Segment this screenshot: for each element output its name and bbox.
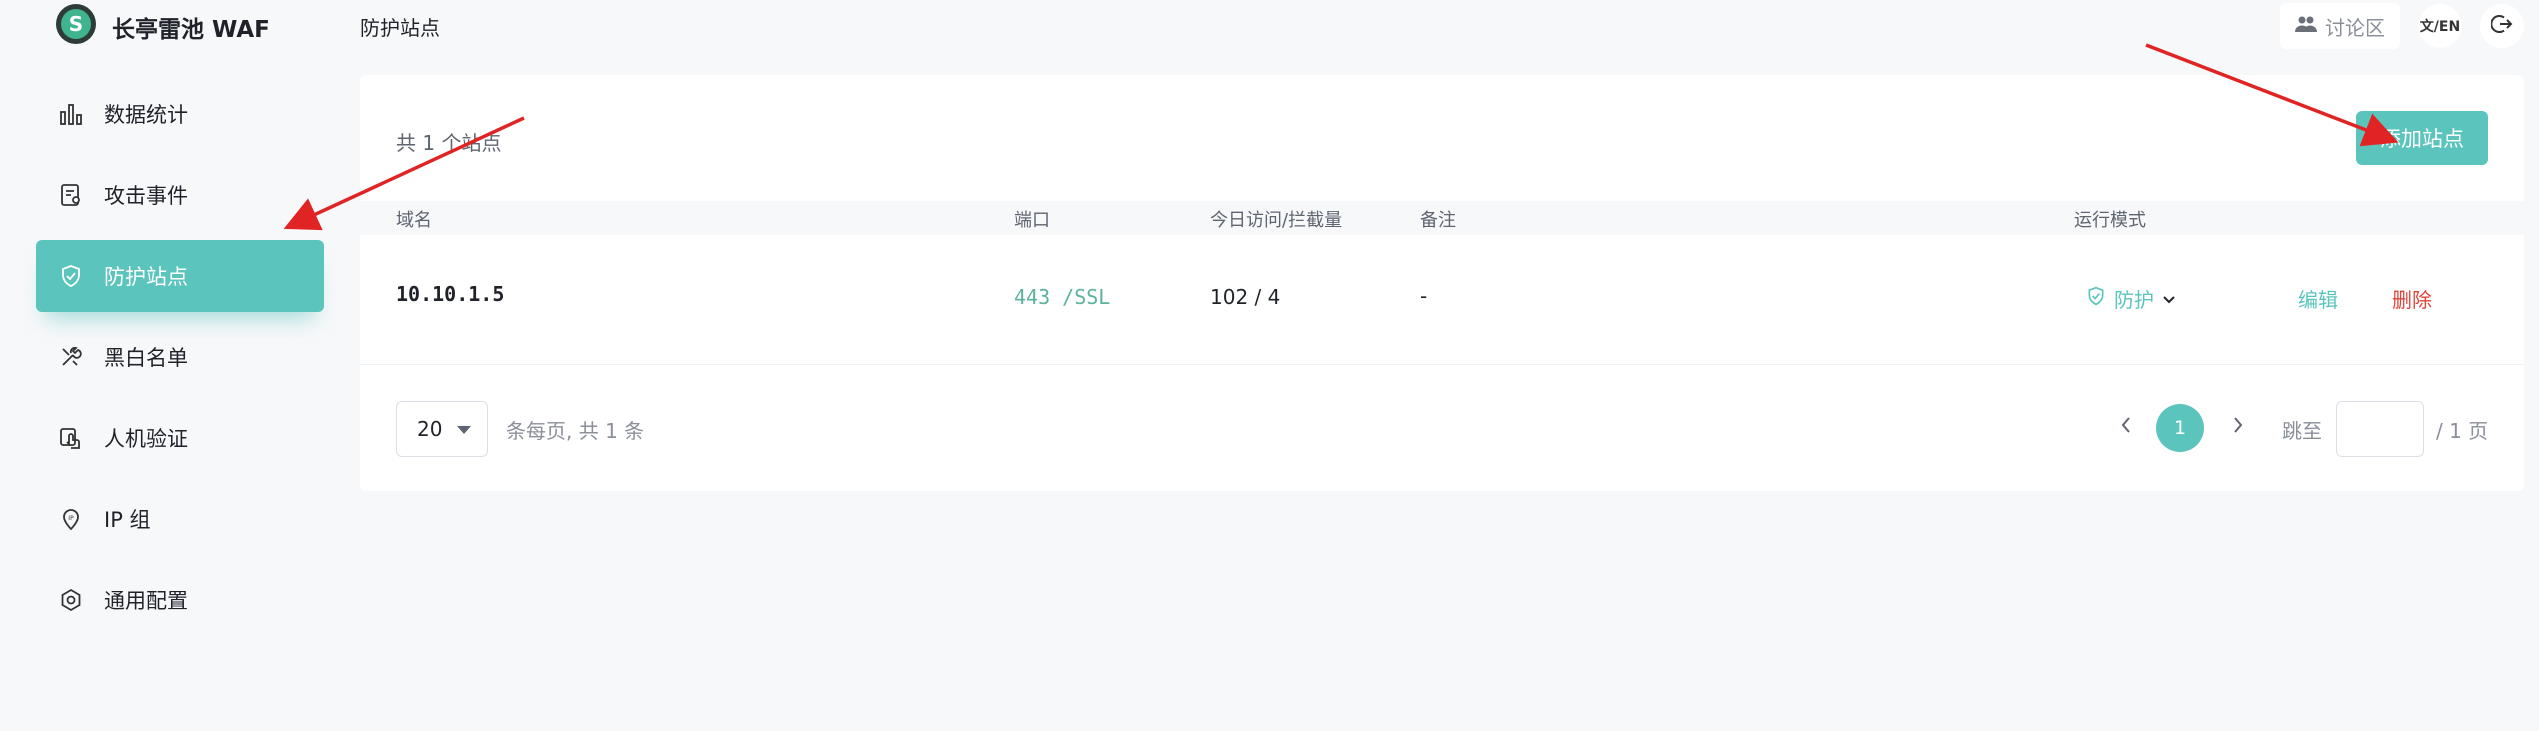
next-page-icon[interactable] [2230,413,2246,443]
pagination: 20 条每页, 共 1 条 1 跳至 / 1 页 [360,401,2524,457]
forum-button[interactable]: 讨论区 [2280,3,2400,49]
col-domain: 域名 [396,210,432,231]
edit-button[interactable]: 编辑 [2298,284,2338,313]
sidebar-item-label: IP 组 [104,508,151,532]
chevron-down-icon [2162,287,2176,311]
sidebar-item-label: 黑白名单 [104,346,188,370]
sidebar-item-label: 防护站点 [104,265,188,289]
shield-check-icon [2086,286,2106,311]
ip-pin-icon: IP [58,506,84,532]
mode-dropdown[interactable]: 防护 [2086,284,2176,313]
sites-card: 共 1 个站点 添加站点 域名 端口 今日访问/拦截量 备注 运行模式 10.1… [360,75,2524,491]
sidebar-item-protected-sites[interactable]: 防护站点 [36,240,324,312]
add-site-button[interactable]: 添加站点 [2356,111,2488,165]
goto-page-input[interactable] [2336,401,2424,457]
sidebar-item-blacklist-whitelist[interactable]: 黑白名单 [36,321,324,393]
sidebar-item-label: 通用配置 [104,589,188,613]
sidebar-item-ip-group[interactable]: IP IP 组 [36,483,324,555]
logout-icon [2490,13,2513,39]
col-visits: 今日访问/拦截量 [1210,210,1343,231]
forum-label: 讨论区 [2325,15,2385,40]
goto-label: 跳至 [2282,419,2322,443]
per-page-text: 条每页, 共 1 条 [506,419,645,443]
page-number-current[interactable]: 1 [2156,404,2204,452]
settings-gear-icon [58,587,84,613]
prev-page-icon[interactable] [2118,413,2134,443]
sidebar-item-stats[interactable]: 数据统计 [36,78,324,150]
site-port: 443 /SSL [1014,285,1111,309]
breadcrumb: 防护站点 [360,16,440,40]
col-port: 端口 [1014,210,1050,231]
col-mode: 运行模式 [2074,210,2146,231]
site-note: - [1420,284,1428,308]
language-icon: 文/EN [2419,19,2461,35]
svg-text:IP: IP [68,515,74,522]
tools-icon [58,344,84,370]
sidebar-item-label: 人机验证 [104,427,188,451]
sidebar: 数据统计 攻击事件 防护站点 黑白名单 人机验证 IP IP 组 通用配置 [36,78,324,645]
caret-down-icon [457,426,471,434]
page-size-select[interactable]: 20 [396,401,488,457]
logout-button[interactable] [2480,4,2524,48]
site-domain[interactable]: 10.10.1.5 [396,282,504,306]
sidebar-item-attack-events[interactable]: 攻击事件 [36,159,324,231]
language-switch-button[interactable]: 文/EN [2418,4,2462,48]
table-header: 域名 端口 今日访问/拦截量 备注 运行模式 [360,201,2524,235]
logo-icon: S [56,4,96,44]
event-log-icon [58,182,84,208]
app-title: 长亭雷池 WAF [112,17,270,43]
mode-label: 防护 [2114,288,2154,312]
table-row: 10.10.1.5 443 /SSL 102 / 4 - 防护 编辑 删除 [360,237,2524,365]
total-pages-text: / 1 页 [2436,419,2489,443]
bar-chart-icon [58,101,84,127]
site-visits: 102 / 4 [1210,285,1281,309]
shield-check-icon [58,263,84,289]
hand-touch-icon [58,425,84,451]
top-bar: S 长亭雷池 WAF 防护站点 讨论区 文/EN [0,0,2539,52]
sidebar-item-label: 数据统计 [104,103,188,127]
sidebar-item-general-settings[interactable]: 通用配置 [36,564,324,636]
users-icon [2295,14,2317,38]
delete-button[interactable]: 删除 [2392,284,2432,313]
page-size-value: 20 [417,417,443,441]
sidebar-item-captcha[interactable]: 人机验证 [36,402,324,474]
sidebar-item-label: 攻击事件 [104,184,188,208]
col-note: 备注 [1420,210,1456,231]
site-count: 共 1 个站点 [396,131,502,155]
